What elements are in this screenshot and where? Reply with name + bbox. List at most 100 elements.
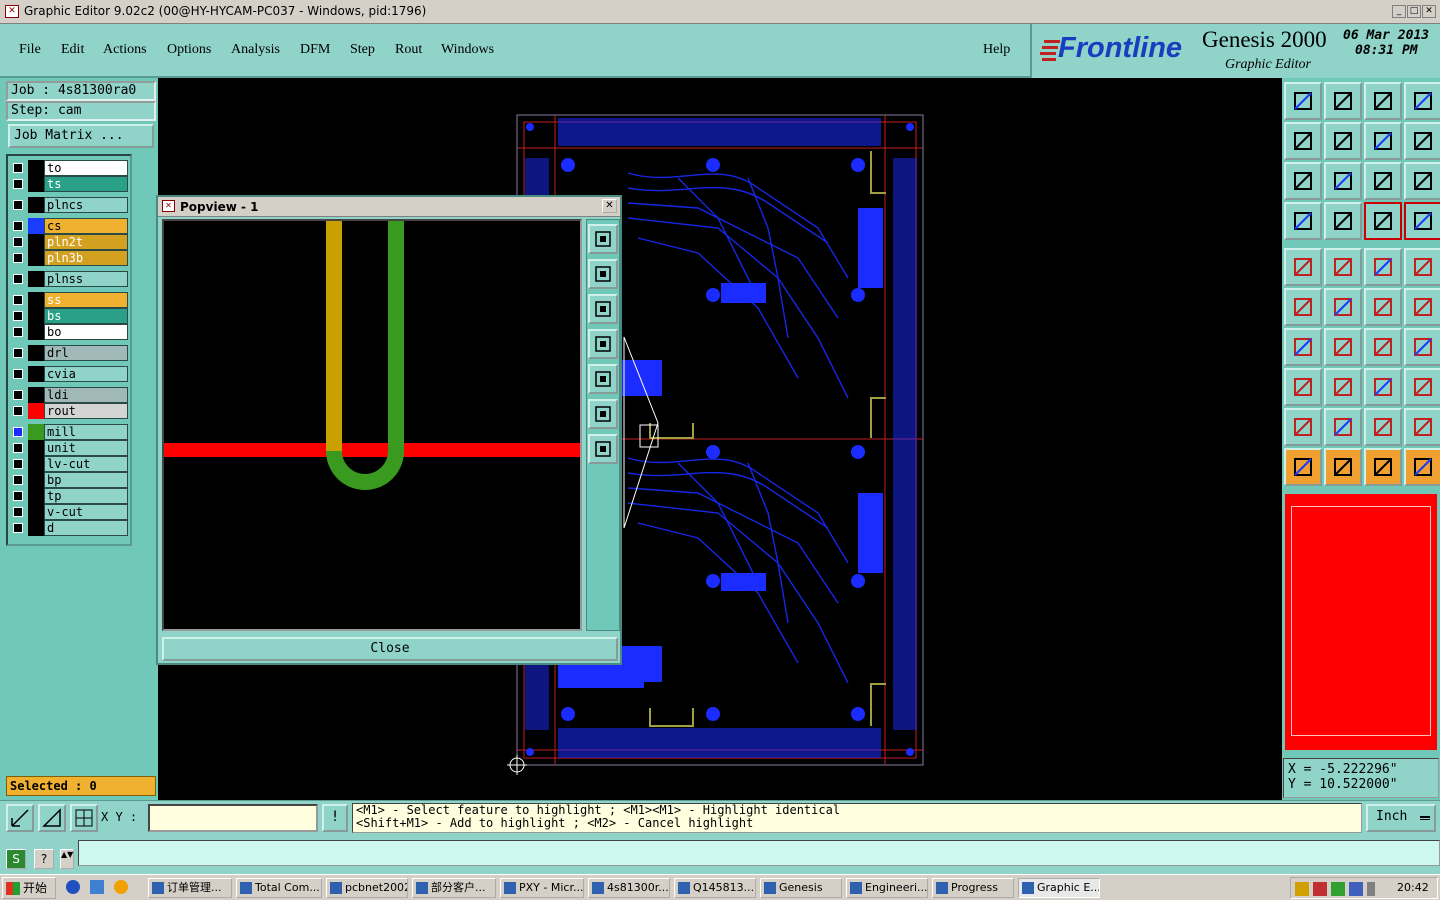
text-icon[interactable]: [1404, 328, 1440, 366]
unit-selector[interactable]: Inch: [1366, 804, 1436, 832]
layer-checkbox[interactable]: [13, 406, 23, 416]
line-alt-icon[interactable]: [1324, 328, 1362, 366]
layer-name[interactable]: unit: [44, 440, 128, 456]
zoom-fit-icon[interactable]: [588, 224, 618, 254]
taskbar-item[interactable]: Engineeri...: [846, 878, 928, 898]
layer-name[interactable]: mill: [44, 424, 128, 440]
help-icon[interactable]: ?: [34, 849, 54, 869]
layer-checkbox[interactable]: [13, 443, 23, 453]
layer-name[interactable]: ldi: [44, 387, 128, 403]
menu-step[interactable]: Step: [350, 42, 375, 58]
layer-name[interactable]: lv-cut: [44, 456, 128, 472]
xy-input[interactable]: [148, 804, 318, 832]
layer-row-to[interactable]: to: [10, 160, 128, 176]
minus-icon[interactable]: [1324, 368, 1362, 406]
layer-name[interactable]: v-cut: [44, 504, 128, 520]
grid-icon[interactable]: [1324, 202, 1362, 240]
layer-checkbox[interactable]: [13, 295, 23, 305]
layer-name[interactable]: tp: [44, 488, 128, 504]
layer-checkbox[interactable]: [13, 200, 23, 210]
node-icon[interactable]: [1364, 288, 1402, 326]
layer-name[interactable]: ts: [44, 176, 128, 192]
layer-row-bs[interactable]: bs: [10, 308, 128, 324]
job-matrix-button[interactable]: Job Matrix ...: [8, 124, 154, 148]
resize-icon[interactable]: [1284, 368, 1322, 406]
media-icon[interactable]: [114, 880, 128, 894]
layer-name[interactable]: pln2t: [44, 234, 128, 250]
popview-close-icon[interactable]: ✕: [602, 199, 617, 213]
pan-right-tool-icon[interactable]: [1324, 122, 1362, 160]
layer-row-drl[interactable]: drl: [10, 345, 128, 361]
genesis-shell-icon[interactable]: S: [6, 849, 26, 869]
polygon-mid-icon[interactable]: [1364, 408, 1402, 446]
layer-name[interactable]: bo: [44, 324, 128, 340]
measure-icon[interactable]: [1364, 368, 1402, 406]
tools-icon[interactable]: [1284, 202, 1322, 240]
pointer-alt-icon[interactable]: [1364, 448, 1402, 486]
move-node-icon[interactable]: [1404, 288, 1440, 326]
arc-icon[interactable]: [1364, 328, 1402, 366]
surface-icon[interactable]: [1324, 248, 1362, 286]
zoom-home-icon[interactable]: [1284, 82, 1322, 120]
zoom-out-icon[interactable]: [588, 434, 618, 464]
taskbar-item[interactable]: Graphic E...: [1018, 878, 1100, 898]
layer-checkbox[interactable]: [13, 390, 23, 400]
measure-tool-icon[interactable]: [38, 804, 66, 832]
layer-checkbox[interactable]: [13, 274, 23, 284]
layer-name[interactable]: d: [44, 520, 128, 536]
ruler-icon[interactable]: [1364, 248, 1402, 286]
polygon-icon[interactable]: [1284, 408, 1322, 446]
taskbar-item[interactable]: Genesis: [760, 878, 842, 898]
layer-row-cs[interactable]: cs: [10, 218, 128, 234]
layer-name[interactable]: bs: [44, 308, 128, 324]
taskbar-item[interactable]: 部分客户...: [412, 878, 496, 898]
taskbar-item[interactable]: 4s81300r...: [588, 878, 670, 898]
menu-windows[interactable]: Windows: [441, 42, 494, 58]
overview-map[interactable]: [1283, 492, 1439, 752]
layer-checkbox[interactable]: [13, 491, 23, 501]
layers-down-icon[interactable]: [1404, 202, 1440, 240]
zoom-down-icon[interactable]: [1324, 82, 1362, 120]
layer-name[interactable]: pln3b: [44, 250, 128, 266]
layer-name[interactable]: drl: [44, 345, 128, 361]
pan-down-icon[interactable]: [588, 294, 618, 324]
snap-tool-icon[interactable]: [6, 804, 34, 832]
fit-all-icon[interactable]: [1284, 162, 1322, 200]
layers-up-icon[interactable]: [1364, 202, 1402, 240]
menu-analysis[interactable]: Analysis: [231, 42, 280, 58]
layer-name[interactable]: rout: [44, 403, 128, 419]
snake-icon[interactable]: [1404, 122, 1440, 160]
taskbar-item[interactable]: pcbnet2002: [326, 878, 408, 898]
pointer-multi-icon[interactable]: [1404, 448, 1440, 486]
layer-name[interactable]: plncs: [44, 197, 128, 213]
start-button[interactable]: 开始: [2, 877, 56, 899]
pan-right-icon[interactable]: [588, 364, 618, 394]
layer-row-bp[interactable]: bp: [10, 472, 128, 488]
layer-row-tp[interactable]: tp: [10, 488, 128, 504]
menu-options[interactable]: Options: [167, 42, 211, 58]
layer-name[interactable]: to: [44, 160, 128, 176]
layer-checkbox[interactable]: [13, 427, 23, 437]
minimize-icon[interactable]: _: [1392, 5, 1406, 18]
layer-checkbox[interactable]: [13, 327, 23, 337]
menu-file[interactable]: File: [19, 42, 41, 58]
layer-row-mill[interactable]: mill: [10, 424, 128, 440]
layer-row-d[interactable]: d: [10, 520, 128, 536]
layer-checkbox[interactable]: [13, 221, 23, 231]
scale-1-2-icon[interactable]: [1364, 162, 1402, 200]
layer-checkbox[interactable]: [13, 237, 23, 247]
circle-icon[interactable]: [1404, 248, 1440, 286]
home-icon[interactable]: [1364, 82, 1402, 120]
desktop-icon[interactable]: [90, 880, 104, 894]
layer-checkbox[interactable]: [13, 253, 23, 263]
layer-checkbox[interactable]: [13, 163, 23, 173]
layer-checkbox[interactable]: [13, 348, 23, 358]
line-icon[interactable]: [1284, 328, 1322, 366]
query-icon[interactable]: [1404, 162, 1440, 200]
layer-row-pln2t[interactable]: pln2t: [10, 234, 128, 250]
layer-row-bo[interactable]: bo: [10, 324, 128, 340]
layer-checkbox[interactable]: [13, 523, 23, 533]
pan-left-icon[interactable]: [588, 329, 618, 359]
layer-checkbox[interactable]: [13, 459, 23, 469]
pan-left-tool-icon[interactable]: [1284, 122, 1322, 160]
